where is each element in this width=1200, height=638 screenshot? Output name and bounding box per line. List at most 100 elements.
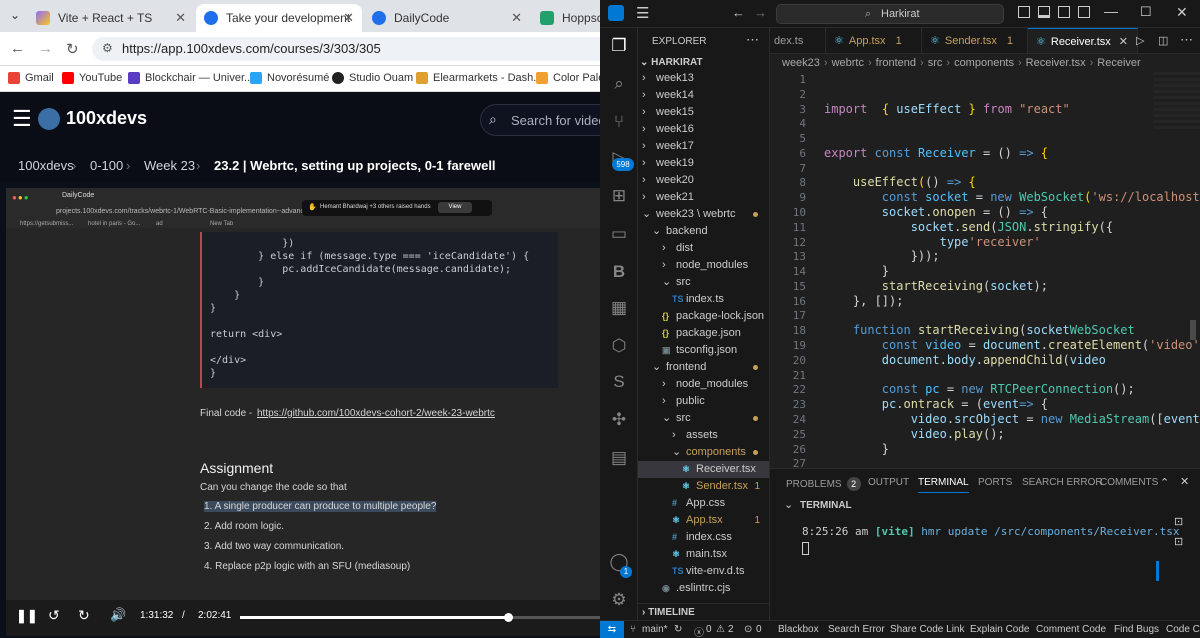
- panel-tab[interactable]: COMMENTS: [1100, 477, 1158, 488]
- git-branch[interactable]: main*: [642, 624, 668, 635]
- pause-icon[interactable]: ❚❚: [16, 608, 38, 624]
- status-explain-code[interactable]: Explain Code: [970, 624, 1029, 635]
- tree-item[interactable]: # App.css: [638, 495, 769, 512]
- terminal-section-header[interactable]: ⌄ TERMINAL: [770, 497, 1150, 515]
- forward-arrow-icon[interactable]: →: [38, 40, 53, 57]
- bookmark-youtube[interactable]: YouTube: [62, 72, 122, 84]
- remote-indicator[interactable]: ⇆: [600, 621, 624, 638]
- browser-tab-vite[interactable]: Vite + React + TS ✕: [28, 4, 194, 32]
- tree-item[interactable]: › week14: [638, 87, 769, 104]
- command-center-search[interactable]: ⌕ Harkirat: [776, 4, 1004, 24]
- tree-item[interactable]: › week13: [638, 70, 769, 87]
- video-progress-track[interactable]: [240, 613, 600, 622]
- minimap[interactable]: [1154, 72, 1200, 132]
- explorer-icon[interactable]: ❐: [609, 36, 629, 56]
- editor-scrollbar[interactable]: [1190, 320, 1196, 340]
- close-icon[interactable]: ✕: [511, 10, 522, 26]
- tree-item[interactable]: ⚛ App.tsx 1: [638, 512, 769, 529]
- tree-item[interactable]: ⌄ frontend: [638, 359, 769, 376]
- ports-count[interactable]: 0: [756, 624, 762, 635]
- panel-tab[interactable]: PROBLEMS 2: [786, 477, 861, 491]
- tree-item[interactable]: › week20: [638, 172, 769, 189]
- tree-item[interactable]: ⌄ week23 \ webrtc: [638, 206, 769, 223]
- close-icon[interactable]: ✕: [1119, 36, 1128, 48]
- gitlens-icon[interactable]: S: [609, 372, 629, 392]
- minimize-icon[interactable]: —: [1104, 3, 1118, 19]
- bookmark-novoresume[interactable]: Novorésumé: [250, 72, 329, 84]
- breadcrumb-100xdevs[interactable]: 100xdevs: [18, 158, 74, 173]
- tree-item[interactable]: ⌄ src: [638, 410, 769, 427]
- tree-item[interactable]: ⌄ backend: [638, 223, 769, 240]
- browser-tab-dailycode[interactable]: DailyCode ✕: [364, 4, 530, 32]
- figma-icon[interactable]: ✣: [609, 410, 629, 430]
- tree-item[interactable]: ▣ tsconfig.json: [638, 342, 769, 359]
- breadcrumb-segment[interactable]: week23: [782, 57, 820, 69]
- tree-item[interactable]: ⌄ components: [638, 444, 769, 461]
- breadcrumb-week[interactable]: Week 23: [144, 158, 195, 173]
- bookmark-blockchair[interactable]: Blockchair — Univer...: [128, 72, 253, 84]
- breadcrumb-segment[interactable]: Receiver.tsx: [1026, 57, 1086, 69]
- status-share-code-link[interactable]: Share Code Link: [890, 624, 965, 635]
- warning-count[interactable]: 2: [728, 624, 734, 635]
- maximize-panel-icon[interactable]: ⌃: [1160, 476, 1169, 489]
- toggle-panel-icon[interactable]: [1038, 6, 1050, 18]
- more-actions-icon[interactable]: ⋯: [746, 32, 759, 48]
- menu-icon[interactable]: ☰: [636, 4, 649, 22]
- browser-tab-hoppscotch[interactable]: Hoppscotc: [532, 4, 600, 32]
- editor-tab[interactable]: ⚛ Sender.tsx 1: [922, 28, 1028, 53]
- panel-tab[interactable]: OUTPUT: [868, 477, 909, 488]
- tree-item[interactable]: TS index.ts: [638, 291, 769, 308]
- blackbox-icon[interactable]: B: [609, 262, 629, 282]
- bookmark-color-palette[interactable]: Color Palett: [536, 72, 600, 84]
- breadcrumb-segment[interactable]: Receiver: [1097, 57, 1140, 69]
- tree-item[interactable]: › public: [638, 393, 769, 410]
- tree-item[interactable]: › node_modules: [638, 376, 769, 393]
- video-progress-handle[interactable]: [504, 613, 514, 622]
- close-window-icon[interactable]: ✕: [1176, 4, 1188, 21]
- rewind-icon[interactable]: ↺: [48, 607, 60, 624]
- breadcrumb-0-100[interactable]: 0-100: [90, 158, 123, 173]
- bookmark-gmail[interactable]: Gmail: [8, 72, 54, 84]
- toggle-sidebar-icon[interactable]: [1018, 6, 1030, 18]
- panel-tab[interactable]: TERMINAL: [918, 477, 969, 493]
- layout-icon[interactable]: [1078, 6, 1090, 18]
- tree-item[interactable]: ⚛ Receiver.tsx: [638, 461, 769, 478]
- error-count[interactable]: 0: [706, 624, 712, 635]
- extensions-icon[interactable]: ⊞: [609, 186, 629, 206]
- testing-icon[interactable]: ⬡: [609, 336, 629, 356]
- tree-item[interactable]: ◉ .eslintrc.cjs: [638, 580, 769, 597]
- fast-forward-icon[interactable]: ↻: [78, 607, 90, 624]
- more-actions-icon[interactable]: ⋯: [1180, 32, 1193, 48]
- editor-tab[interactable]: ⚛ Receiver.tsx ✕: [1028, 28, 1138, 53]
- remote-explorer-icon[interactable]: ▭: [609, 224, 629, 244]
- volume-icon[interactable]: 🔊: [110, 607, 126, 623]
- terminal-scrollbar[interactable]: [1156, 561, 1159, 581]
- code-editor[interactable]: 1 2 3 4 5 6 7 8 9 10 11 12 13 14 15 16 17 18 19 20 21 22 23 24 2…: [770, 72, 1200, 468]
- editor-tab[interactable]: ⚛ App.tsx 1: [826, 28, 922, 53]
- terminal-instance-icon[interactable]: ⊡: [1174, 515, 1183, 528]
- status-blackbox[interactable]: Blackbox: [778, 624, 819, 635]
- status-code-chat[interactable]: Code Ch: [1166, 624, 1200, 635]
- breadcrumb-segment[interactable]: components: [954, 57, 1014, 69]
- tree-item[interactable]: › node_modules: [638, 257, 769, 274]
- bookmark-elearmarkets[interactable]: Elearmarkets - Dash...: [416, 72, 542, 84]
- timeline-section[interactable]: › TIMELINE: [638, 603, 769, 620]
- back-arrow-icon[interactable]: ←: [10, 40, 25, 57]
- tree-item[interactable]: # index.css: [638, 529, 769, 546]
- site-logo-text[interactable]: 100xdevs: [66, 108, 147, 129]
- tree-item[interactable]: ⚛ Sender.tsx 1: [638, 478, 769, 495]
- tree-item[interactable]: › week16: [638, 121, 769, 138]
- avatar[interactable]: [38, 108, 60, 130]
- maximize-icon[interactable]: ☐: [1140, 4, 1152, 20]
- breadcrumb-segment[interactable]: frontend: [876, 57, 916, 69]
- docker-icon[interactable]: ▦: [609, 298, 629, 318]
- tree-item[interactable]: {} package.json: [638, 325, 769, 342]
- tree-item[interactable]: › dist: [638, 240, 769, 257]
- breadcrumb-segment[interactable]: src: [928, 57, 943, 69]
- chat-icon[interactable]: ▤: [609, 448, 629, 468]
- site-info-icon[interactable]: ⚙: [102, 41, 113, 55]
- view-button[interactable]: View: [438, 202, 472, 213]
- tree-item[interactable]: {} package-lock.json: [638, 308, 769, 325]
- status-search-error[interactable]: Search Error: [828, 624, 885, 635]
- tab-list-icon[interactable]: ⌄: [10, 8, 20, 22]
